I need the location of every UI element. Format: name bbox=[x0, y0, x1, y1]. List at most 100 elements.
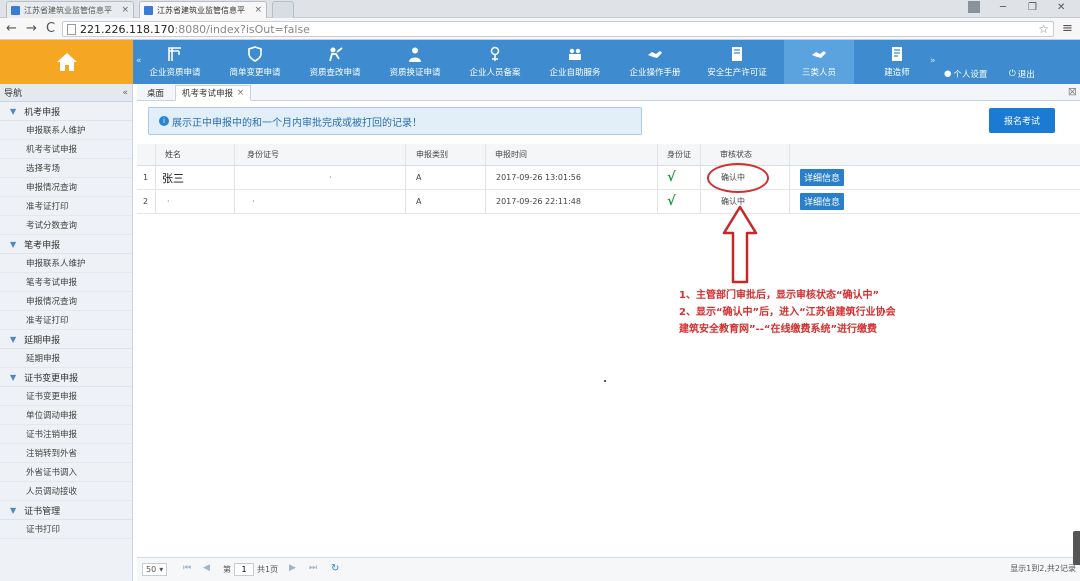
row-category: A bbox=[416, 173, 422, 182]
sidebar-group[interactable]: ▼ 机考申报 bbox=[0, 102, 132, 121]
nav-item-9[interactable]: 建造师 bbox=[866, 40, 928, 84]
sidebar-item[interactable]: 选择考场 bbox=[0, 159, 132, 178]
table-row[interactable]: 1 张三 · A 2017-09-26 13:01:56 √ 确认中 详细信息 bbox=[137, 166, 1080, 190]
logout-link[interactable]: ⏻ 退出 bbox=[1009, 68, 1035, 80]
nav-item-label: 建造师 bbox=[884, 68, 910, 78]
shield-icon bbox=[248, 46, 262, 62]
sidebar-item[interactable]: 人员调动接收 bbox=[0, 482, 132, 501]
close-icon[interactable]: × bbox=[254, 5, 262, 15]
sidebar-item[interactable]: 笔考考试申报 bbox=[0, 273, 132, 292]
user-settings-label: 个人设置 bbox=[953, 70, 988, 80]
sidebar-item[interactable]: 考试分数查询 bbox=[0, 216, 132, 235]
browser-tab[interactable]: 江苏省建筑业监管信息平 × bbox=[6, 1, 134, 18]
col-status[interactable]: 审核状态 bbox=[720, 144, 752, 165]
sidebar-group[interactable]: ▼ 证书管理 bbox=[0, 501, 132, 520]
sidebar-item[interactable]: 延期申报 bbox=[0, 349, 132, 368]
nav-item-7[interactable]: 安全生产许可证 bbox=[700, 40, 774, 84]
col-category[interactable]: 申报类别 bbox=[416, 144, 448, 165]
sidebar-group[interactable]: ▼ 证书变更申报 bbox=[0, 368, 132, 387]
sidebar-item[interactable]: 机考考试申报 bbox=[0, 140, 132, 159]
nav-item-8[interactable]: 三类人员 bbox=[784, 40, 854, 84]
record-summary: 显示1到2,共2记录 bbox=[1010, 564, 1076, 573]
next-page-icon[interactable]: ▶ bbox=[289, 563, 296, 573]
sidebar-item[interactable]: 注销转到外省 bbox=[0, 444, 132, 463]
sidebar-item[interactable]: 申报情况查询 bbox=[0, 178, 132, 197]
nav-item-3[interactable]: 资质换证申请 bbox=[382, 40, 448, 84]
expand-triangle-icon: ▼ bbox=[10, 372, 17, 382]
table-row[interactable]: 2 · · A 2017-09-26 22:11:48 √ 确认中 详细信息 bbox=[137, 190, 1080, 214]
col-time[interactable]: 申报时间 bbox=[495, 144, 527, 165]
sidebar-item[interactable]: 证书注销申报 bbox=[0, 425, 132, 444]
nav-item-label: 资质换证申请 bbox=[389, 68, 441, 78]
browser-tab-active[interactable]: 江苏省建筑业监管信息平 × bbox=[139, 1, 267, 18]
details-button[interactable]: 详细信息 bbox=[800, 193, 845, 210]
col-id-card[interactable]: 身份证 bbox=[667, 144, 691, 165]
page-favicon-icon bbox=[144, 5, 153, 15]
refresh-icon[interactable]: ↻ bbox=[331, 563, 339, 574]
id-card-check-icon: √ bbox=[667, 170, 676, 185]
sidebar-item[interactable]: 准考证打印 bbox=[0, 197, 132, 216]
scroll-left-icon[interactable]: « bbox=[136, 56, 142, 66]
sidebar-item[interactable]: 外省证书调入 bbox=[0, 463, 132, 482]
sidebar-group[interactable]: ▼ 笔考申报 bbox=[0, 235, 132, 254]
handshake-icon bbox=[648, 51, 662, 58]
tab-desktop[interactable]: 桌面 bbox=[141, 85, 170, 101]
sidebar-item[interactable]: 申报联系人维护 bbox=[0, 121, 132, 140]
sidebar-title: 导航 bbox=[4, 89, 23, 99]
nav-item-5[interactable]: 企业自助服务 bbox=[542, 40, 608, 84]
home-icon bbox=[56, 53, 77, 71]
id-card-icon bbox=[490, 46, 500, 61]
minimize-icon[interactable]: ─ bbox=[1000, 2, 1006, 13]
first-page-icon[interactable]: ⏮ bbox=[183, 563, 191, 573]
content-tab-strip: 桌面 机考考试申报 × ⊠ bbox=[137, 84, 1080, 101]
nav-item-6[interactable]: 企业操作手册 bbox=[622, 40, 688, 84]
nav-item-label: 三类人员 bbox=[801, 68, 836, 78]
restore-icon[interactable]: ❐ bbox=[1028, 2, 1037, 13]
new-tab-button[interactable] bbox=[272, 1, 294, 18]
sidebar-item[interactable]: 准考证打印 bbox=[0, 311, 132, 330]
nav-item-2[interactable]: 资质查改申请 bbox=[302, 40, 368, 84]
page-number-input[interactable] bbox=[234, 563, 254, 576]
nav-item-0[interactable]: 企业资质申请 bbox=[144, 40, 206, 84]
sidebar-item[interactable]: 单位调动申报 bbox=[0, 406, 132, 425]
profile-icon[interactable] bbox=[968, 1, 980, 13]
tab-close-icon[interactable]: × bbox=[237, 88, 244, 98]
last-page-icon[interactable]: ⏭ bbox=[309, 563, 317, 573]
sidebar-item[interactable]: 证书打印 bbox=[0, 520, 132, 539]
page-size-select[interactable]: 50 ▾ bbox=[142, 563, 168, 576]
handshake-icon bbox=[812, 51, 826, 58]
home-button[interactable] bbox=[0, 40, 133, 84]
user-settings-link[interactable]: ● 个人设置 bbox=[944, 68, 987, 80]
close-all-tabs-icon[interactable]: ⊠ bbox=[1068, 85, 1077, 98]
close-icon[interactable]: × bbox=[121, 5, 129, 15]
forward-icon[interactable]: → bbox=[26, 21, 37, 36]
power-icon: ⏻ bbox=[1009, 69, 1016, 79]
sidebar-item[interactable]: 申报联系人维护 bbox=[0, 254, 132, 273]
sidebar-group[interactable]: ▼ 延期申报 bbox=[0, 330, 132, 349]
browser-menu-icon[interactable]: ≡ bbox=[1062, 21, 1073, 36]
tab-exam-declaration[interactable]: 机考考试申报 × bbox=[175, 85, 252, 101]
side-scroll-tab[interactable] bbox=[1073, 531, 1080, 565]
worker-icon bbox=[329, 47, 343, 62]
row-id-no: · bbox=[329, 173, 332, 182]
nav-item-1[interactable]: 简单变更申请 bbox=[222, 40, 288, 84]
bookmark-star-icon[interactable]: ☆ bbox=[1038, 22, 1049, 36]
browser-tab-strip: 江苏省建筑业监管信息平 × 江苏省建筑业监管信息平 × ─ ❐ ✕ bbox=[0, 0, 1080, 18]
back-icon[interactable]: ← bbox=[6, 21, 17, 36]
nav-item-4[interactable]: 企业人员备案 bbox=[462, 40, 528, 84]
sidebar-item[interactable]: 申报情况查询 bbox=[0, 292, 132, 311]
col-id-no[interactable]: 身份证号 bbox=[247, 144, 279, 165]
collapse-icon[interactable]: « bbox=[122, 88, 128, 98]
register-exam-button[interactable]: 报名考试 bbox=[989, 108, 1055, 133]
sidebar-item[interactable]: 证书变更申报 bbox=[0, 387, 132, 406]
reload-icon[interactable]: C bbox=[46, 21, 55, 36]
url-input[interactable]: 221.226.118.170:8080/index?isOut=false ☆ bbox=[62, 21, 1054, 37]
nav-item-label: 简单变更申请 bbox=[229, 68, 281, 78]
row-time: 2017-09-26 13:01:56 bbox=[496, 173, 581, 182]
details-button[interactable]: 详细信息 bbox=[800, 169, 845, 186]
scroll-right-icon[interactable]: » bbox=[930, 56, 936, 66]
document-icon bbox=[892, 47, 902, 61]
col-name[interactable]: 姓名 bbox=[165, 144, 181, 165]
prev-page-icon[interactable]: ◀ bbox=[203, 563, 210, 573]
window-close-icon[interactable]: ✕ bbox=[1057, 2, 1065, 13]
